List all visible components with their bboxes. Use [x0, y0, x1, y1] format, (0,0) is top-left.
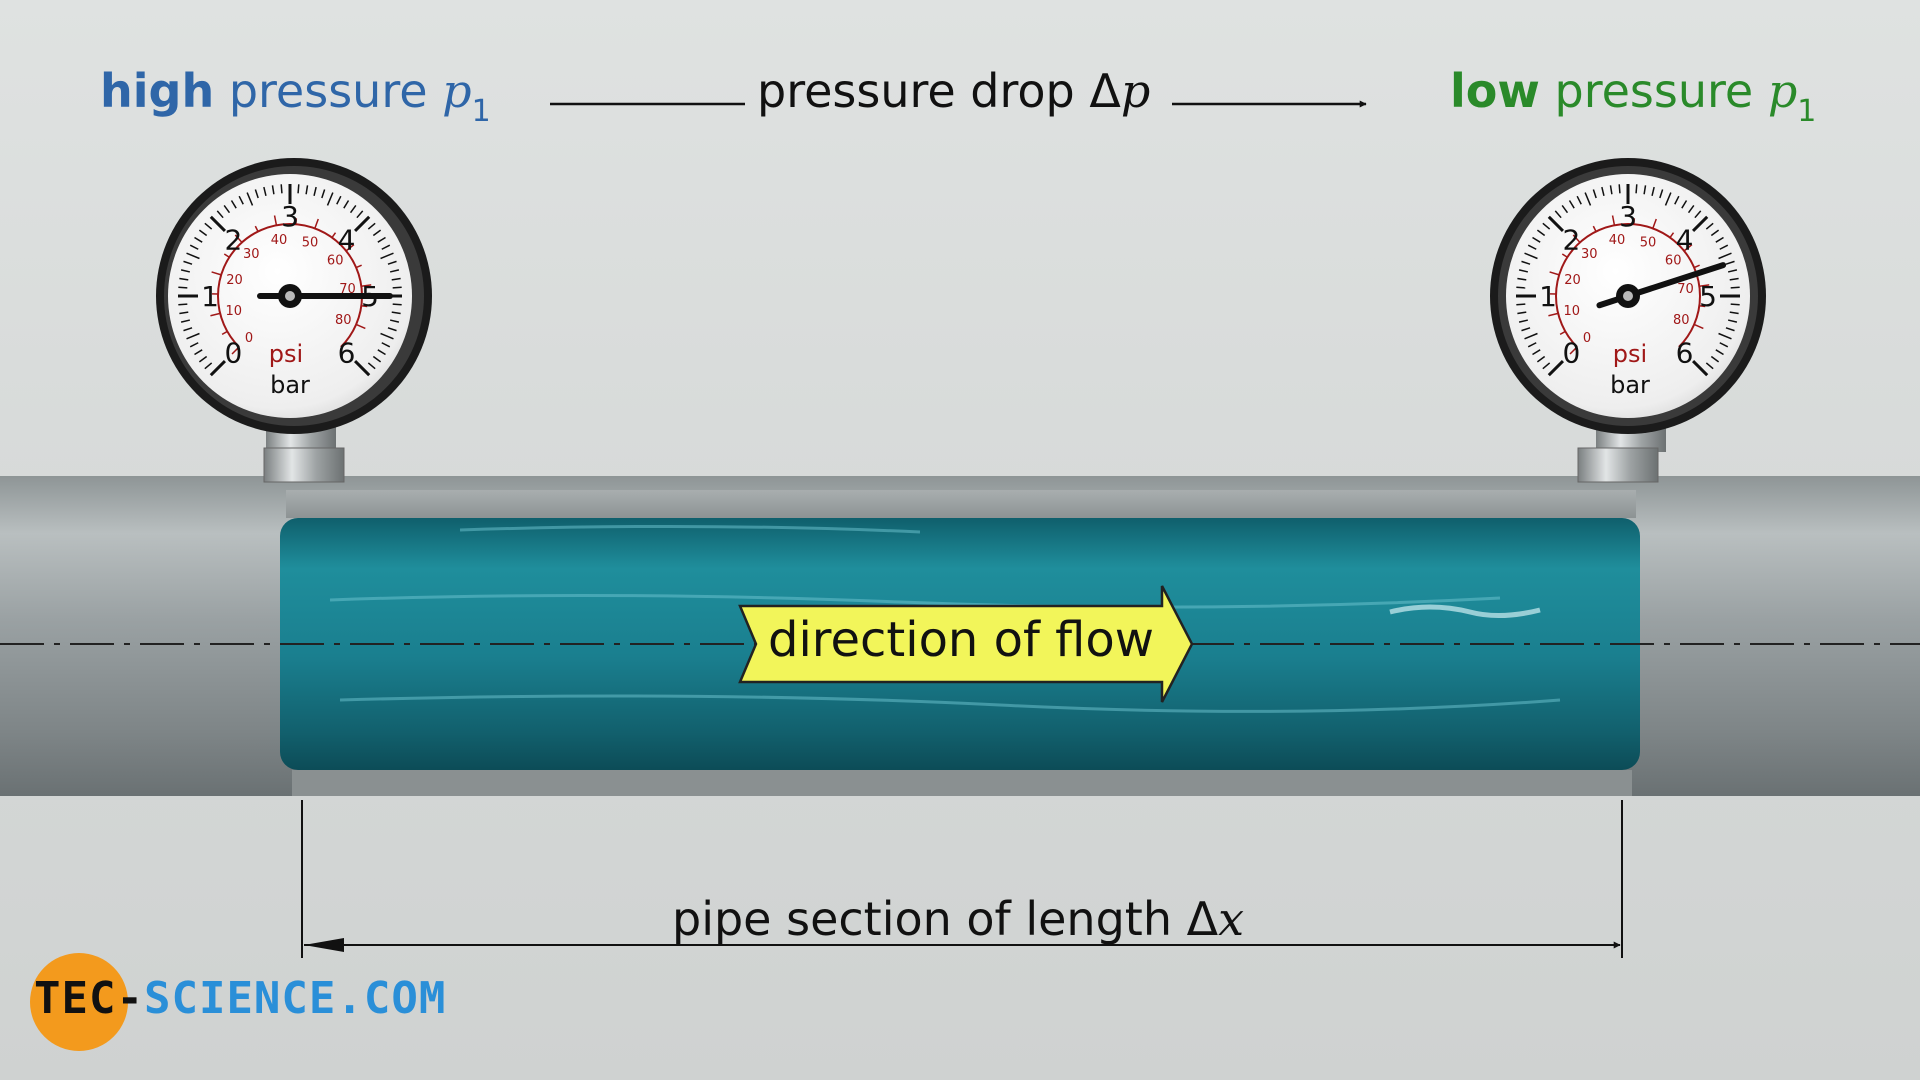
logo-part-com: .COM — [336, 973, 447, 1024]
psi-scale-label: 40 — [271, 233, 288, 248]
pressure-gauge-low: 0123456010203040 50607080 psi bar — [1490, 158, 1766, 483]
bar-tick — [1730, 286, 1740, 289]
bar-scale-label: 1 — [1539, 280, 1557, 313]
bar-unit-label: bar — [270, 371, 310, 399]
psi-scale-label: 10 — [1563, 304, 1580, 319]
low-pressure-text: pressure — [1539, 64, 1768, 118]
bar-scale-label: 6 — [1676, 337, 1694, 370]
bar-tick — [178, 286, 188, 289]
needle-cap — [285, 291, 295, 301]
psi-unit-label: psi — [1613, 340, 1647, 368]
psi-scale-label: 0 — [245, 331, 253, 346]
high-pressure-label: high pressure p1 — [100, 64, 491, 129]
psi-scale-label: 10 — [225, 304, 242, 319]
needle-cap — [1623, 291, 1633, 301]
high-pressure-text: pressure — [214, 64, 443, 118]
bar-unit-label: bar — [1610, 371, 1650, 399]
psi-scale-label: 50 — [1640, 236, 1657, 251]
bar-tick — [1618, 184, 1621, 194]
bar-tick — [1635, 184, 1638, 194]
psi-scale-label: 40 — [1609, 233, 1626, 248]
bar-tick — [1730, 303, 1740, 306]
high-pressure-symbol: p — [442, 64, 472, 118]
bar-tick — [1516, 286, 1526, 289]
site-logo: TEC-SCIENCE.COM — [30, 953, 490, 1053]
bar-scale-label: 3 — [281, 200, 299, 233]
logo-part-tec: TEC- — [34, 973, 144, 1024]
pipe-length-text: pipe section of length Δ — [672, 892, 1219, 946]
pipe-length-symbol: x — [1218, 892, 1245, 946]
bar-scale-label: 4 — [338, 223, 356, 256]
bar-scale-label: 3 — [1619, 200, 1637, 233]
bar-scale-label: 5 — [1699, 280, 1717, 313]
bar-tick — [297, 184, 300, 194]
logo-text: TEC-SCIENCE.COM — [34, 973, 446, 1024]
pipe-cutaway-bottom — [292, 770, 1632, 796]
psi-unit-label: psi — [269, 340, 303, 368]
psi-scale-label: 30 — [1581, 247, 1598, 262]
psi-scale-label: 80 — [335, 313, 352, 328]
bar-scale-label: 1 — [201, 280, 219, 313]
low-pressure-bold: low — [1450, 64, 1540, 118]
psi-scale-label: 50 — [302, 236, 319, 251]
psi-scale-label: 60 — [1665, 254, 1682, 269]
pipe-length-label: pipe section of length Δx — [672, 892, 1244, 946]
psi-scale-label: 60 — [327, 254, 344, 269]
psi-scale-label: 70 — [1677, 282, 1694, 297]
bar-scale-label: 2 — [1563, 223, 1581, 256]
bar-tick — [1516, 303, 1526, 306]
logo-part-science: SCIENCE — [143, 973, 337, 1024]
pressure-drop-text: pressure drop Δ — [757, 64, 1121, 118]
bar-scale-label: 0 — [1563, 337, 1581, 370]
bar-tick — [392, 286, 402, 289]
pressure-gauge-high: 012345601020304050607080 psi bar — [156, 158, 432, 483]
low-pressure-symbol: p — [1767, 64, 1798, 118]
low-pressure-subscript: 1 — [1797, 94, 1817, 129]
psi-scale-label: 20 — [226, 273, 243, 288]
bar-tick — [392, 303, 402, 306]
bar-tick — [280, 184, 283, 194]
pipe-cutaway-top — [286, 490, 1636, 518]
bar-scale-label: 4 — [1676, 223, 1694, 256]
flow-direction-label: direction of flow — [768, 612, 1154, 668]
gauge-nut — [1577, 447, 1659, 483]
bar-scale-label: 0 — [225, 337, 243, 370]
dimension-arrow-left — [304, 938, 344, 952]
psi-scale-label: 0 — [1583, 331, 1591, 346]
bar-tick — [178, 303, 188, 306]
low-pressure-label: low pressure p1 — [1450, 64, 1816, 129]
pressure-drop-label: pressure drop Δp — [757, 64, 1150, 118]
psi-scale-label: 30 — [243, 247, 260, 262]
pressure-drop-symbol: p — [1120, 64, 1151, 118]
bar-scale-label: 2 — [225, 223, 243, 256]
high-pressure-bold: high — [100, 64, 215, 118]
high-pressure-subscript: 1 — [471, 94, 491, 129]
psi-scale-label: 20 — [1564, 273, 1581, 288]
gauge-nut — [263, 447, 345, 483]
psi-scale-label: 80 — [1673, 313, 1690, 328]
bar-scale-label: 6 — [338, 337, 356, 370]
